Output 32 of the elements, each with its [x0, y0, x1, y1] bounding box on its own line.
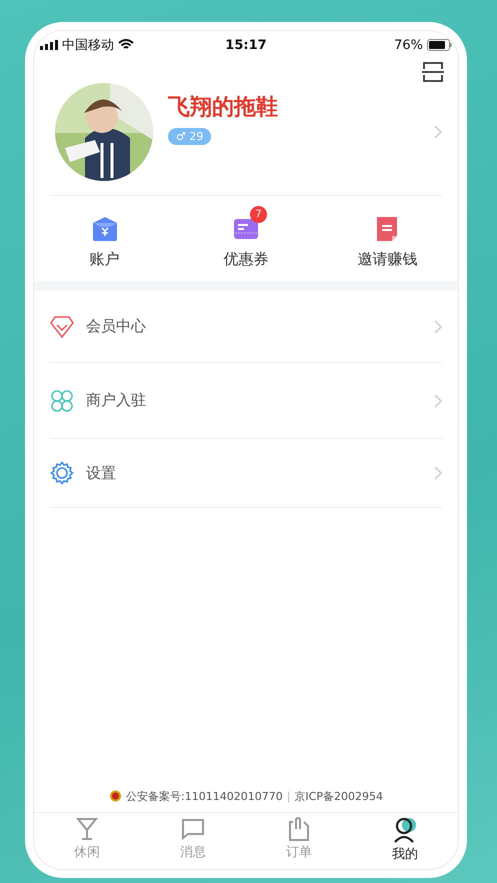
tab-item[interactable]: 我的	[352, 817, 458, 863]
shortcut-item[interactable]: 账户	[34, 206, 176, 269]
clipboard-icon	[288, 817, 310, 841]
settings-icon	[50, 461, 74, 485]
shortcut-item[interactable]: 邀请赚钱	[316, 206, 458, 269]
menu-item[interactable]: 会员中心	[50, 291, 442, 363]
count-badge: 7	[250, 206, 267, 223]
chevron-icon	[434, 125, 442, 139]
shortcut-item[interactable]: 7 优惠券	[175, 206, 317, 269]
diamond-icon	[50, 316, 74, 338]
menu-item[interactable]: 商户入驻	[50, 363, 442, 439]
chevron-icon	[434, 394, 442, 408]
police-record-text: 公安备案号:11011402010770	[126, 789, 283, 804]
user-name: 飞翔的拖鞋	[168, 94, 279, 122]
carrier-name: 中国移动	[62, 37, 114, 54]
battery-percent: 76%	[394, 38, 423, 52]
icp-record-text: 京ICP备2002954	[294, 789, 383, 804]
emblem-icon	[109, 790, 122, 803]
chevron-icon	[434, 466, 442, 480]
clock-time: 15:17	[225, 38, 267, 52]
battery-icon	[427, 39, 452, 51]
scan-icon[interactable]	[422, 61, 444, 83]
gender-age-tag: ♂ 29	[168, 128, 212, 144]
signal-icon	[40, 40, 58, 50]
separator: |	[286, 790, 290, 803]
chat-icon	[181, 817, 205, 841]
menu-item[interactable]: 设置	[50, 439, 442, 508]
profile-icon	[392, 817, 418, 843]
chevron-icon	[434, 320, 442, 334]
clover-icon	[50, 388, 74, 412]
cocktail-icon	[75, 817, 99, 841]
wifi-icon	[118, 39, 134, 51]
